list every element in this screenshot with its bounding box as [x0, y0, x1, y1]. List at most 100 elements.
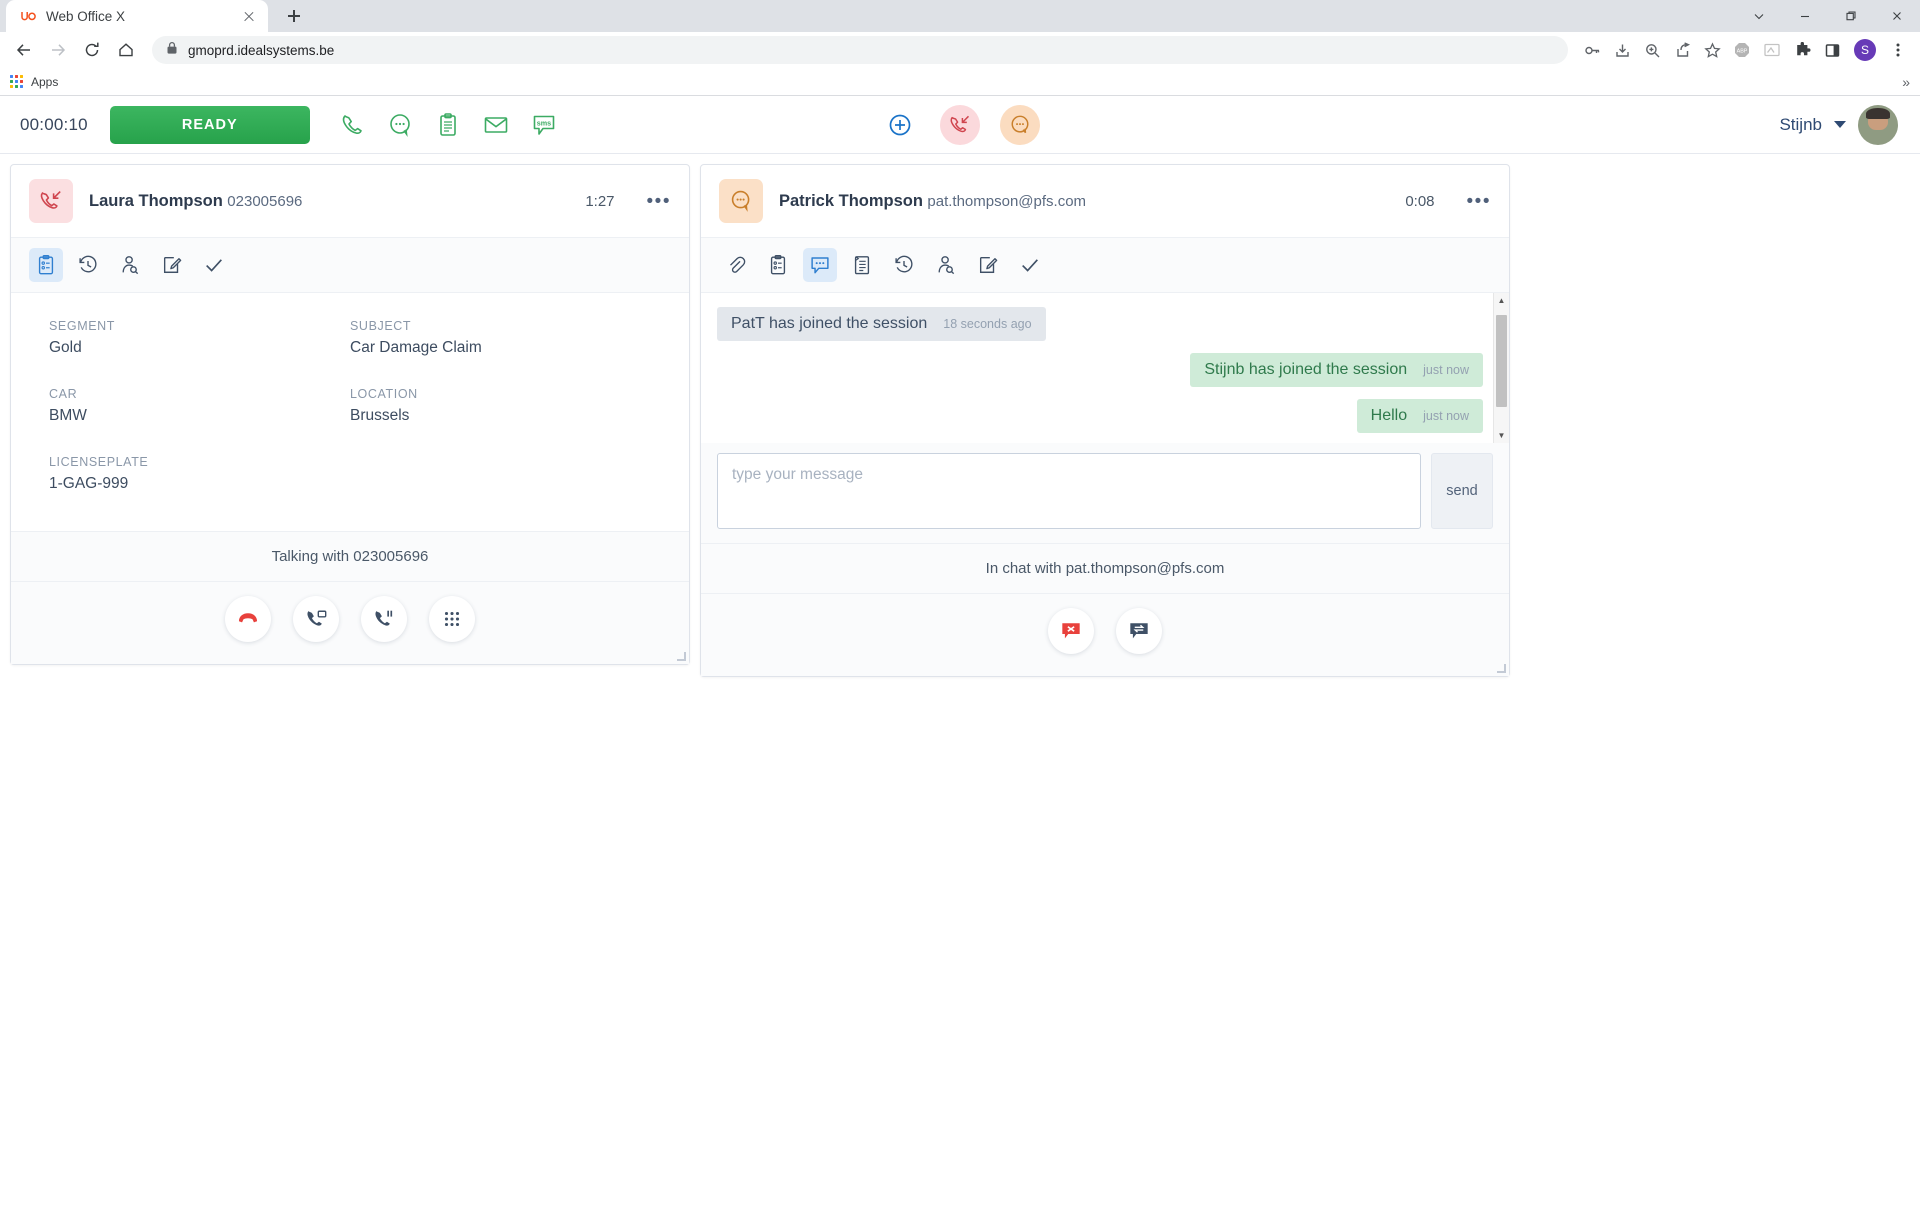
- panel-resize-handle[interactable]: [677, 652, 686, 661]
- browser-tab-title: Web Office X: [46, 8, 126, 24]
- browser-tab[interactable]: Web Office X: [6, 0, 268, 32]
- dialpad-button[interactable]: [429, 596, 475, 642]
- ready-status-button[interactable]: READY: [109, 105, 310, 144]
- apps-grid-icon[interactable]: [10, 75, 23, 88]
- tab-contact-search[interactable]: [113, 248, 147, 282]
- active-chat-icon[interactable]: [1000, 104, 1040, 145]
- sms-icon[interactable]: sms: [530, 111, 558, 139]
- three-dot-menu-icon[interactable]: [1884, 36, 1912, 64]
- minimize-icon[interactable]: [1782, 0, 1828, 32]
- tab-complete[interactable]: [197, 248, 231, 282]
- chat-message-row: Stijnb has joined the session just now: [717, 353, 1483, 387]
- transfer-call-button[interactable]: [293, 596, 339, 642]
- active-interactions-controls: [880, 104, 1040, 145]
- chat-duration: 0:08: [1405, 192, 1435, 210]
- email-icon[interactable]: [482, 111, 510, 139]
- adblock-icon[interactable]: ABP: [1728, 36, 1756, 64]
- field-label: CAR: [49, 387, 78, 401]
- scroll-up-icon[interactable]: ▲: [1498, 293, 1506, 308]
- state-timer: 00:00:10: [20, 114, 88, 134]
- tab-notes[interactable]: [155, 248, 189, 282]
- tab-history[interactable]: [71, 248, 105, 282]
- chat-message: Stijnb has joined the session just now: [1190, 353, 1483, 387]
- user-menu[interactable]: Stijnb: [1779, 104, 1898, 145]
- chevron-down-icon[interactable]: [1834, 121, 1846, 128]
- extension-icon[interactable]: [1758, 36, 1786, 64]
- chat-message-input[interactable]: [717, 453, 1421, 529]
- chat-message-row: Hello just now: [717, 399, 1483, 433]
- puzzle-extensions-icon[interactable]: [1788, 36, 1816, 64]
- chat-bubble-icon: [719, 179, 763, 223]
- incoming-call-icon[interactable]: [940, 104, 980, 145]
- browser-toolbar-icons: ABP S: [1578, 36, 1912, 64]
- incoming-call-icon: [29, 179, 73, 223]
- avatar[interactable]: [1858, 104, 1898, 145]
- tab-customer-details[interactable]: [761, 248, 795, 282]
- home-icon[interactable]: [110, 34, 142, 66]
- tab-customer-details[interactable]: [29, 248, 63, 282]
- chat-message-time: just now: [1423, 363, 1469, 377]
- back-arrow-icon[interactable]: [8, 34, 40, 66]
- scrollbar-thumb[interactable]: [1496, 315, 1507, 407]
- svg-text:sms: sms: [537, 118, 551, 127]
- tab-history[interactable]: [887, 248, 921, 282]
- chat-bubble-icon[interactable]: [386, 111, 414, 139]
- reload-icon[interactable]: [76, 34, 108, 66]
- chat-message-row: PatT has joined the session 18 seconds a…: [717, 307, 1483, 341]
- transfer-chat-button[interactable]: [1116, 608, 1162, 654]
- field-value: 1-GAG-999: [49, 475, 129, 492]
- browser-profile-avatar[interactable]: S: [1854, 39, 1876, 61]
- chat-message-text: PatT has joined the session: [731, 315, 928, 332]
- tab-contact-search[interactable]: [929, 248, 963, 282]
- chevron-right-icon[interactable]: »: [1902, 74, 1910, 90]
- call-duration: 1:27: [585, 192, 615, 210]
- address-bar[interactable]: gmoprd.idealsystems.be: [152, 36, 1568, 64]
- zoom-icon[interactable]: [1638, 36, 1666, 64]
- svg-text:ABP: ABP: [1737, 48, 1748, 54]
- clipboard-icon[interactable]: [434, 111, 462, 139]
- hold-call-button[interactable]: [361, 596, 407, 642]
- call-action-buttons: [11, 581, 689, 664]
- chat-transcript[interactable]: PatT has joined the session 18 seconds a…: [701, 293, 1509, 443]
- chat-action-buttons: [701, 593, 1509, 676]
- tab-chat[interactable]: [803, 248, 837, 282]
- chat-panel-tabbar: [701, 238, 1509, 293]
- tab-complete[interactable]: [1013, 248, 1047, 282]
- side-panel-icon[interactable]: [1818, 36, 1846, 64]
- restore-icon[interactable]: [1828, 0, 1874, 32]
- chevron-down-icon[interactable]: [1736, 0, 1782, 32]
- bookmark-star-icon[interactable]: [1698, 36, 1726, 64]
- new-tab-button[interactable]: [280, 2, 308, 30]
- ellipsis-icon[interactable]: •••: [1467, 192, 1491, 211]
- forward-arrow-icon[interactable]: [42, 34, 74, 66]
- bookmark-apps-label[interactable]: Apps: [31, 75, 58, 89]
- ellipsis-icon[interactable]: •••: [647, 192, 671, 211]
- details-row: CAR BMW LOCATION Brussels: [49, 387, 651, 455]
- tab-notes[interactable]: [971, 248, 1005, 282]
- field-car: CAR BMW: [49, 387, 350, 425]
- user-name-label: Stijnb: [1779, 114, 1822, 134]
- send-message-button[interactable]: send: [1431, 453, 1493, 529]
- chat-message-time: just now: [1423, 409, 1469, 423]
- chat-scrollbar[interactable]: ▲ ▼: [1493, 293, 1509, 443]
- call-panel-tabbar: [11, 238, 689, 293]
- share-icon[interactable]: [1668, 36, 1696, 64]
- install-app-icon[interactable]: [1608, 36, 1636, 64]
- tab-transcript[interactable]: [845, 248, 879, 282]
- key-icon[interactable]: [1578, 36, 1606, 64]
- details-row: SEGMENT Gold SUBJECT Car Damage Claim: [49, 319, 651, 387]
- panel-resize-handle[interactable]: [1497, 664, 1506, 673]
- scroll-down-icon[interactable]: ▼: [1498, 428, 1506, 443]
- tab-attachments[interactable]: [719, 248, 753, 282]
- phone-icon[interactable]: [338, 111, 366, 139]
- close-icon[interactable]: [1874, 0, 1920, 32]
- bookmarks-bar: Apps »: [0, 68, 1920, 96]
- chat-message: Hello just now: [1356, 399, 1483, 433]
- field-value: Brussels: [350, 407, 410, 424]
- field-label: SUBJECT: [350, 319, 412, 333]
- hangup-button[interactable]: [225, 596, 271, 642]
- close-icon[interactable]: [240, 7, 258, 25]
- field-value: Gold: [49, 339, 82, 356]
- add-circle-icon[interactable]: [880, 105, 920, 145]
- end-chat-button[interactable]: [1048, 608, 1094, 654]
